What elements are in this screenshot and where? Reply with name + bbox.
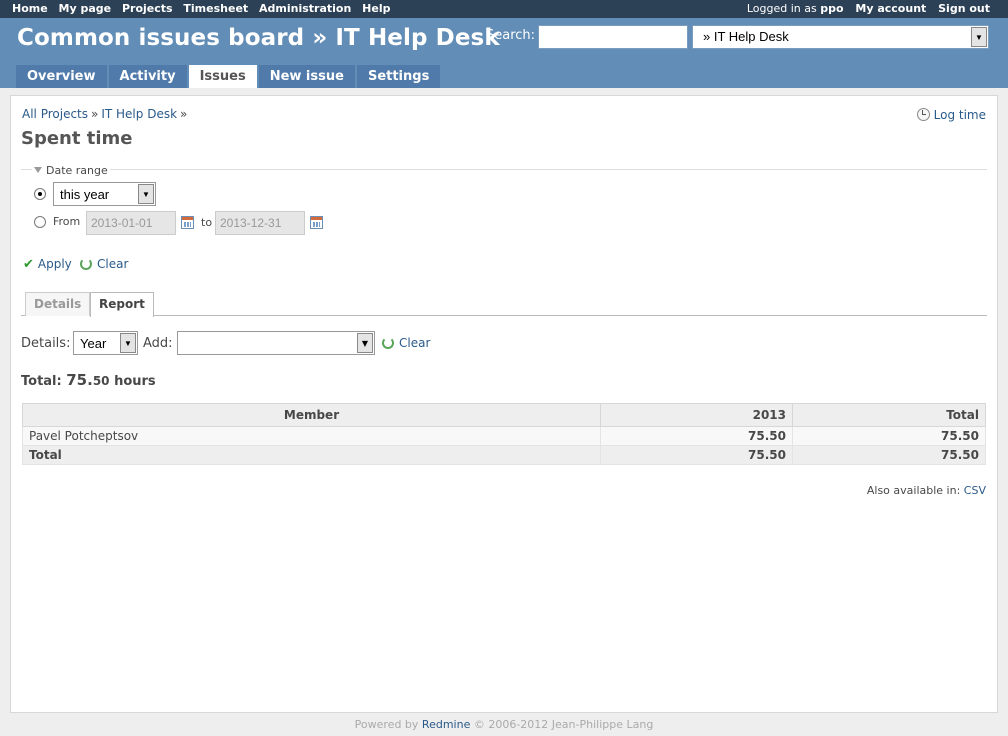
clear-label: Clear (97, 257, 129, 271)
top-menu-home[interactable]: Home (12, 2, 48, 15)
table-row: Pavel Potcheptsov 75.50 75.50 (22, 426, 986, 446)
tab-overview[interactable]: Overview (16, 65, 107, 88)
total-row-total: 75.50 (792, 445, 986, 465)
reload-icon (80, 258, 92, 270)
top-menu-my-page[interactable]: My page (59, 2, 112, 15)
tab-settings[interactable]: Settings (356, 65, 441, 88)
total-row-label: Total (22, 445, 601, 465)
tab-issues[interactable]: Issues (188, 65, 257, 88)
details-value: Year (80, 336, 107, 351)
clear-criteria-label: Clear (399, 336, 431, 350)
column-header-member: Member (22, 403, 601, 427)
footer-copyright: © 2006-2012 Jean-Philippe Lang (473, 718, 654, 731)
tab-details[interactable]: Details (25, 292, 91, 316)
calendar-icon[interactable] (181, 216, 194, 229)
collapse-triangle-icon (34, 167, 42, 173)
project-jump-select[interactable]: » IT Help Desk ▼ (692, 25, 989, 49)
date-range-label: Date range (46, 164, 108, 177)
details-select[interactable]: Year ▼ (73, 331, 138, 355)
tab-report[interactable]: Report (90, 292, 154, 317)
clear-filters-button[interactable]: Clear (80, 257, 128, 271)
chevron-down-icon[interactable]: ▼ (357, 333, 373, 353)
project-jump-value: » IT Help Desk (703, 29, 789, 44)
table-header-row: Member 2013 Total (22, 403, 986, 427)
top-menu-projects[interactable]: Projects (122, 2, 173, 15)
date-range-legend[interactable]: Date range (32, 164, 110, 177)
total-hours: Total: 75.50 hours (21, 371, 156, 389)
log-time-link[interactable]: Log time (916, 108, 986, 122)
main-menu: Overview Activity Issues New issue Setti… (16, 65, 442, 88)
breadcrumb-separator: » (180, 107, 188, 121)
breadcrumb-separator: » (91, 107, 99, 121)
details-label: Details: (21, 336, 71, 351)
sign-out-link[interactable]: Sign out (938, 2, 990, 15)
add-label: Add: (143, 336, 173, 351)
to-date-input[interactable]: 2013-12-31 (215, 211, 305, 235)
search-input[interactable] (538, 25, 688, 49)
checkmark-icon: ✔ (23, 257, 34, 272)
total-cell: 75.50 (792, 426, 986, 446)
breadcrumb-it-help-desk[interactable]: IT Help Desk (101, 107, 177, 121)
top-menu-help[interactable]: Help (362, 2, 390, 15)
top-menu: Home My page Projects Timesheet Administ… (0, 0, 1008, 18)
logged-in-prefix: Logged in as (746, 2, 817, 15)
apply-button[interactable]: ✔ Apply (23, 257, 72, 272)
footer: Powered by Redmine © 2006-2012 Jean-Phil… (0, 718, 1008, 731)
logged-in-user[interactable]: ppo (820, 2, 843, 15)
total-row-2013: 75.50 (600, 445, 793, 465)
breadcrumb-all-projects[interactable]: All Projects (22, 107, 88, 121)
from-label: From (53, 215, 81, 228)
column-header-2013: 2013 (600, 403, 793, 427)
redmine-link[interactable]: Redmine (422, 718, 470, 731)
header: Common issues board » IT Help Desk Searc… (0, 18, 1008, 88)
my-account-link[interactable]: My account (855, 2, 926, 15)
search-label: Search: (486, 28, 536, 43)
period-select[interactable]: this year ▼ (53, 182, 156, 206)
tabs-divider (21, 315, 987, 316)
top-menu-right: Logged in as ppo My account Sign out (739, 2, 990, 15)
calendar-icon[interactable] (310, 216, 323, 229)
log-time-label: Log time (933, 108, 986, 122)
also-available: Also available in: CSV (867, 484, 986, 497)
total-hours-int: 75. (66, 371, 93, 389)
total-label: Total: (21, 374, 62, 389)
apply-label: Apply (37, 257, 72, 271)
to-label: to (201, 216, 213, 229)
chevron-down-icon[interactable]: ▼ (120, 333, 136, 353)
reload-icon (382, 337, 394, 349)
member-cell: Pavel Potcheptsov (22, 426, 601, 446)
clear-criteria-button[interactable]: Clear (382, 336, 430, 350)
tab-new-issue[interactable]: New issue (258, 65, 355, 88)
tab-activity[interactable]: Activity (108, 65, 187, 88)
table-total-row: Total 75.50 75.50 (22, 445, 986, 465)
footer-prefix: Powered by (354, 718, 419, 731)
project-title: Common issues board » IT Help Desk (17, 25, 500, 51)
period-radio[interactable] (34, 188, 46, 200)
also-available-label: Also available in: (866, 484, 961, 497)
chevron-down-icon[interactable]: ▼ (971, 27, 987, 47)
top-menu-administration[interactable]: Administration (259, 2, 351, 15)
hours-cell: 75.50 (600, 426, 793, 446)
content-panel: All Projects» IT Help Desk» Log time Spen… (10, 95, 998, 713)
add-criteria-select[interactable]: ▼ (177, 331, 375, 355)
top-menu-timesheet[interactable]: Timesheet (183, 2, 248, 15)
time-report-table: Member 2013 Total Pavel Potcheptsov 75.5… (22, 403, 986, 465)
from-date-input[interactable]: 2013-01-01 (86, 211, 176, 235)
date-range-radio[interactable] (34, 216, 46, 228)
total-unit: hours (114, 374, 156, 389)
csv-export-link[interactable]: CSV (964, 484, 986, 497)
page-title: Spent time (21, 128, 133, 149)
column-header-total: Total (792, 403, 986, 427)
chevron-down-icon[interactable]: ▼ (138, 184, 154, 204)
fieldset-divider (21, 169, 987, 170)
top-menu-left: Home My page Projects Timesheet Administ… (12, 2, 397, 15)
clock-icon (916, 108, 930, 121)
breadcrumb: All Projects» IT Help Desk» (22, 107, 190, 121)
total-hours-dec: 50 (92, 374, 110, 388)
logged-in-as: Logged in as ppo (747, 2, 844, 15)
period-value: this year (60, 187, 110, 202)
